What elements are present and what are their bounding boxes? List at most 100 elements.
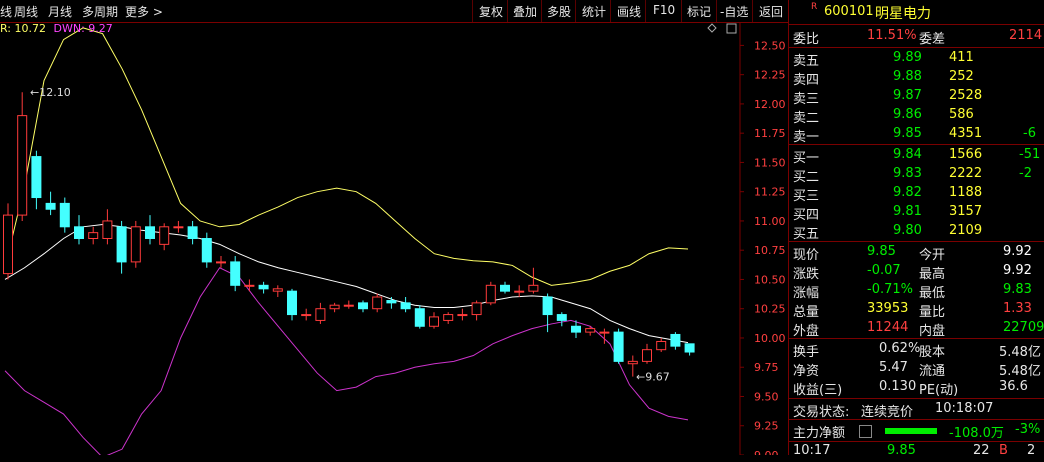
weicha-value: 2114 [1009, 28, 1043, 43]
trade-status-label: 交易状态: [793, 405, 850, 420]
stat-row: 外盘 11244 内盘 22709 [789, 319, 1044, 339]
tab-monthly[interactable]: 月线 [48, 3, 72, 20]
ask-label: 卖三 [793, 92, 820, 107]
kline-svg[interactable]: 12.50 12.25 12.00 11.75 11.50 11.25 11.00 10.75… [0, 22, 788, 455]
tab-weekly[interactable]: 周线 [14, 3, 38, 20]
ask-volume: 586 [949, 107, 974, 122]
ask-price: 9.85 [893, 126, 922, 141]
tab-multi-period[interactable]: 多周期 [82, 3, 118, 20]
overlay-button[interactable]: 叠加 [513, 3, 537, 20]
stat-label: 内盘 [919, 324, 946, 339]
axis-tick-label: 9.75 [754, 361, 779, 374]
kline-chart[interactable]: 12.50 12.25 12.00 11.75 11.50 11.25 11.00 10.75… [0, 22, 788, 455]
candle-body [500, 284, 510, 292]
info-label: PE(动) [919, 383, 959, 398]
candle-body [670, 333, 681, 347]
axis-tick-label: 9.25 [754, 420, 779, 433]
candle-body [414, 308, 425, 327]
weicha-label: 委差 [919, 32, 946, 47]
candle-body [642, 349, 652, 362]
main-flow-row: 主力净额 -108.0万 -3% [789, 421, 1044, 441]
ask-volume: 4351 [949, 126, 983, 141]
diamond-icon[interactable] [707, 23, 717, 33]
bid-label: 买五 [793, 227, 820, 242]
ask-price: 9.87 [893, 88, 922, 103]
stat-value: -0.71% [867, 282, 913, 297]
bid-change: -51 [1019, 147, 1041, 162]
candle-body [329, 304, 340, 310]
candle-body [542, 296, 553, 316]
more-menu[interactable]: 更多 > [125, 3, 163, 20]
info-row: 换手 0.62% 股本 5.48亿 [789, 340, 1044, 360]
info-label: 收益(三) [793, 383, 843, 398]
candle-body [485, 284, 496, 304]
stat-value: 9.85 [867, 244, 896, 259]
fuquan-button[interactable]: 复权 [479, 3, 503, 20]
multi-stock-button[interactable]: 多股 [547, 3, 571, 20]
stat-value: 22709 [1003, 320, 1044, 335]
axis-tick-label: 12.00 [754, 98, 786, 111]
axis-tick-label: 9.00 [754, 449, 779, 455]
candle-body [372, 296, 383, 310]
stat-label: 外盘 [793, 324, 820, 339]
candle-body [216, 261, 226, 264]
tick-side: B [999, 443, 1008, 458]
bid-volume: 1566 [949, 147, 983, 162]
candle-body [145, 226, 155, 240]
candle-body [130, 226, 141, 263]
candle-body [74, 226, 84, 240]
lower-band-line [4, 267, 689, 455]
ask-label: 卖二 [793, 111, 820, 126]
candle-body [627, 360, 638, 365]
f10-button[interactable]: F10 [653, 3, 675, 17]
candle-body [429, 316, 439, 327]
ask-price: 9.86 [893, 107, 922, 122]
back-button[interactable]: 返回 [759, 3, 783, 20]
ask-row: 卖五 9.89 411 [789, 49, 1044, 69]
draw-line-button[interactable]: 画线 [617, 3, 641, 20]
bid-row: 买三 9.82 1188 [789, 184, 1044, 204]
bid-row: 买五 9.80 2109 [789, 222, 1044, 242]
ask-row: 卖二 9.86 586 [789, 106, 1044, 126]
stat-row: 涨幅 -0.71% 最低 9.83 [789, 281, 1044, 301]
candle-body [457, 314, 468, 317]
candle-body [17, 115, 28, 216]
statistics-button[interactable]: 统计 [582, 3, 606, 20]
axis-tick-label: 9.50 [754, 390, 779, 403]
stat-value: 11244 [867, 320, 909, 335]
candle-body [343, 304, 354, 307]
maximize-icon[interactable] [726, 23, 737, 34]
ask-row: 卖三 9.87 2528 [789, 87, 1044, 107]
tick-row: 10:17 9.85 22 B 2 [789, 442, 1044, 462]
candle-body [45, 202, 56, 210]
stat-label: 现价 [793, 248, 820, 263]
remove-watchlist-button[interactable]: -自选 [720, 3, 748, 20]
stat-row: 涨跌 -0.07 最高 9.92 [789, 262, 1044, 282]
stat-label: 最低 [919, 286, 946, 301]
chart-toolbar: 线 周线 月线 多周期 更多 > 复权 叠加 多股 统计 画线 F10 标记 -… [0, 0, 788, 23]
info-label: 股本 [919, 345, 946, 360]
bid-volume: 2222 [949, 166, 983, 181]
candle-body [201, 238, 212, 263]
stock-title[interactable]: R 600101 明星电力 [789, 0, 1044, 25]
boll-legend: R: 10.72 DWN: 9.27 [0, 22, 113, 35]
weibi-row: 委比 11.51% 委差 2114 [789, 27, 1044, 47]
ask-row: 卖一 9.85 4351 -6 [789, 125, 1044, 145]
ask-price: 9.88 [893, 69, 922, 84]
ask-volume: 252 [949, 69, 974, 84]
tab-daily[interactable]: 线 [0, 3, 12, 20]
stat-row: 总量 33953 量比 1.33 [789, 300, 1044, 320]
candle-body [514, 290, 525, 293]
tick-time: 10:17 [793, 443, 831, 458]
bid-price: 9.80 [893, 223, 922, 238]
weibi-value: 11.51% [867, 28, 917, 43]
candle-body [528, 284, 539, 292]
ask-price: 9.89 [893, 50, 922, 65]
main-flow-pct: -3% [1015, 422, 1041, 437]
tick-price: 9.85 [887, 443, 916, 458]
axis-tick-label: 10.00 [754, 332, 786, 345]
grid-icon[interactable] [859, 425, 872, 438]
candle-body [613, 331, 624, 362]
mark-button[interactable]: 标记 [687, 3, 711, 20]
legend-upper: R: 10.72 [0, 22, 46, 35]
